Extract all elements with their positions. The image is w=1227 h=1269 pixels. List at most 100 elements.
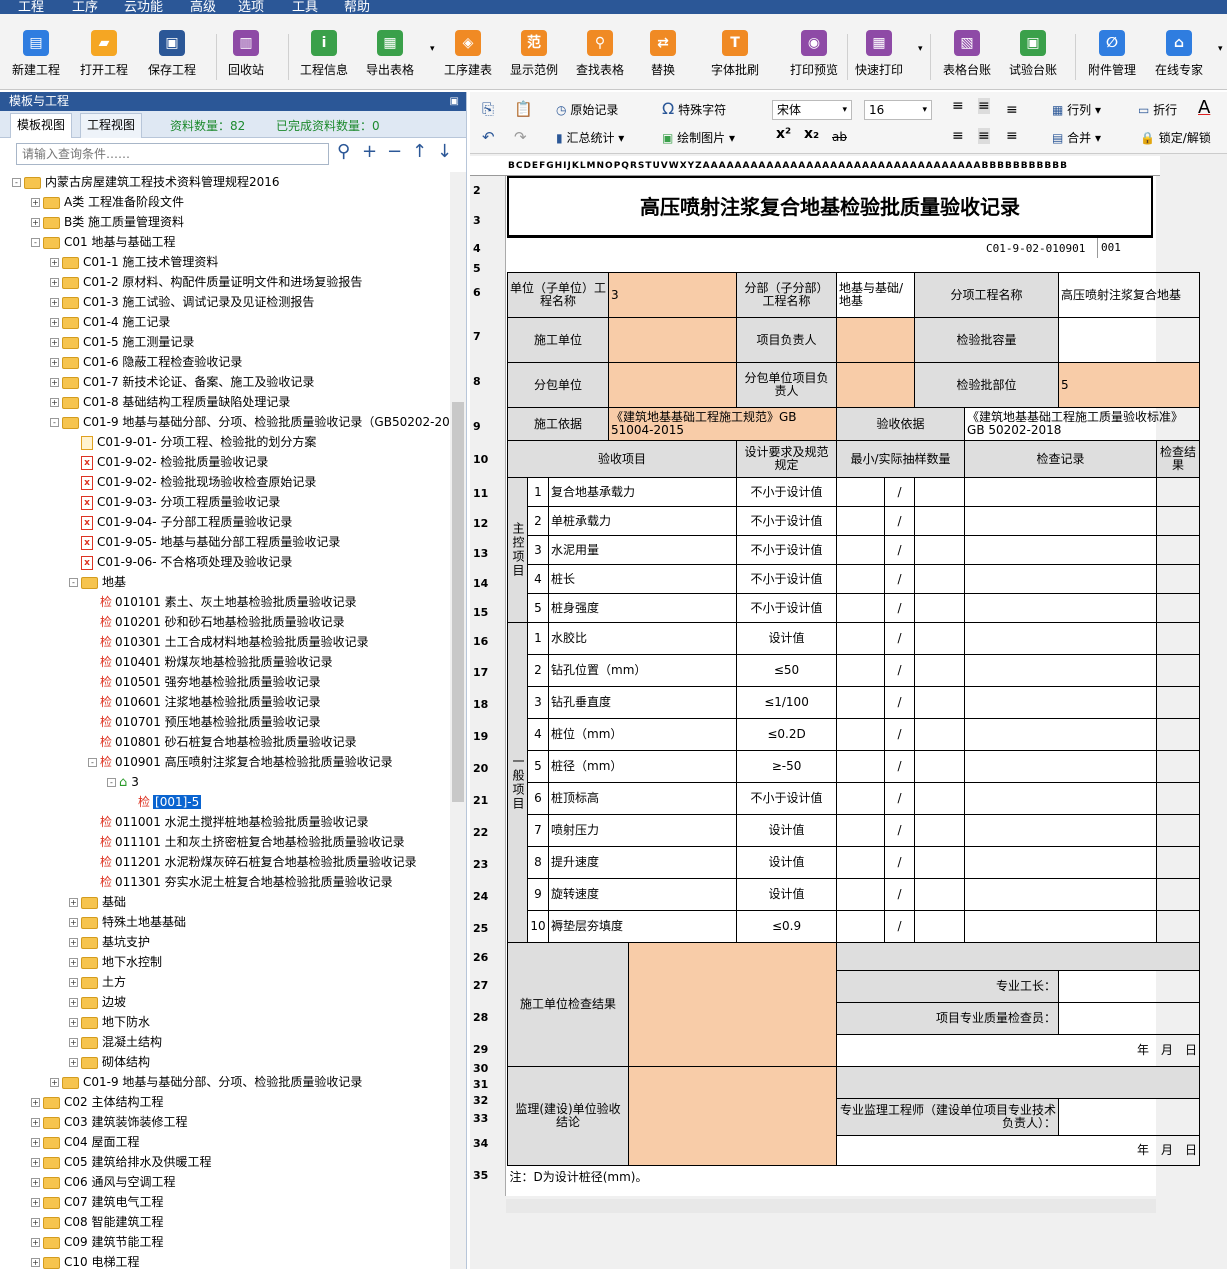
expand-icon[interactable]: + [50, 258, 59, 267]
check-result[interactable] [1156, 814, 1201, 847]
expand-icon[interactable]: + [31, 1198, 40, 1207]
sheet-h-scrollbar[interactable] [506, 1199, 1156, 1213]
row-number[interactable]: 18 [473, 698, 488, 711]
min-sample[interactable] [836, 593, 886, 623]
row-number[interactable]: 14 [473, 577, 488, 590]
check-result[interactable] [1156, 782, 1201, 815]
tab-project-view[interactable]: 工程视图 [80, 113, 143, 138]
tree-node[interactable]: + C01-8 基础结构工程质量缺陷处理记录 [50, 392, 290, 412]
min-sample[interactable] [836, 750, 886, 783]
sub-item-name-value[interactable]: 高压喷射注浆复合地基 [1058, 272, 1201, 318]
tree-node[interactable]: 检 010801 砂石桩复合地基检验批质量验收记录 [88, 732, 357, 752]
row-col-button[interactable]: ▦ 行列 ▾ [1052, 101, 1101, 118]
align-top-left-icon[interactable]: ≡ [952, 98, 964, 114]
check-record[interactable] [964, 622, 1158, 655]
tree-node[interactable]: + C06 通风与空调工程 [31, 1172, 175, 1192]
row-number[interactable]: 23 [473, 858, 488, 871]
sub-manager-value[interactable] [836, 362, 916, 408]
collapse-icon[interactable]: - [69, 578, 78, 587]
min-sample[interactable] [836, 654, 886, 687]
expand-icon[interactable]: + [69, 1038, 78, 1047]
tree-node[interactable]: + 地下防水 [69, 1012, 150, 1032]
menu-item-6[interactable]: 帮助 [344, 0, 370, 14]
check-record[interactable] [964, 564, 1158, 594]
form-serial-no[interactable]: 001 [1097, 238, 1151, 258]
tree-node[interactable]: + 边坡 [69, 992, 126, 1012]
row-number[interactable]: 13 [473, 547, 488, 560]
toolbar-button-14[interactable]: ▣ 试验台账 [1009, 30, 1057, 88]
tree-node[interactable]: + C01-2 原材料、构配件质量证明文件和进场复验报告 [50, 272, 362, 292]
min-sample[interactable] [836, 477, 886, 507]
align-center-icon[interactable]: ≡ [978, 128, 990, 144]
row-number[interactable]: 11 [473, 487, 488, 500]
toolbar-button-8[interactable]: ⚲ 查找表格 [576, 30, 624, 88]
row-number[interactable]: 22 [473, 826, 488, 839]
font-size-select[interactable]: 16 ▾ [864, 100, 932, 120]
tree-node[interactable]: x C01-9-02- 检验批质量验收记录 [69, 452, 268, 472]
redo-icon[interactable]: ↷ [514, 128, 527, 146]
menu-item-3[interactable]: 高级 [190, 0, 216, 14]
align-right-icon[interactable]: ≡ [1006, 128, 1018, 144]
row-number[interactable]: 15 [473, 606, 488, 619]
row-number[interactable]: 25 [473, 922, 488, 935]
toolbar-button-3[interactable]: ▥ 回收站 [228, 30, 264, 88]
toolbar-button-13[interactable]: ▧ 表格台账 [943, 30, 991, 88]
expand-icon[interactable]: + [69, 898, 78, 907]
check-record[interactable] [964, 506, 1158, 536]
expand-icon[interactable]: + [31, 1218, 40, 1227]
toolbar-button-16[interactable]: ⌂ 在线专家 [1155, 30, 1203, 88]
add-icon[interactable]: + [362, 141, 377, 162]
tree-node[interactable]: x C01-9-02- 检验批现场验收检查原始记录 [69, 472, 316, 492]
tree-node[interactable]: + 基坑支护 [69, 932, 150, 952]
tree-node[interactable]: 检 010701 预压地基检验批质量验收记录 [88, 712, 321, 732]
original-record-button[interactable]: ◷ 原始记录 [556, 101, 618, 118]
expand-icon[interactable]: + [69, 998, 78, 1007]
tree-node[interactable]: - 内蒙古房屋建筑工程技术资料管理规程2016 [12, 172, 280, 192]
tree-node[interactable]: + C01-4 施工记录 [50, 312, 170, 332]
tree-node[interactable]: + C01-1 施工技术管理资料 [50, 252, 218, 272]
copy-icon[interactable]: ⎘ [482, 100, 494, 118]
expand-icon[interactable]: + [31, 1258, 40, 1267]
tree-node[interactable]: + C02 主体结构工程 [31, 1092, 163, 1112]
actual-sample[interactable] [914, 910, 966, 943]
construction-basis-value[interactable]: 《建筑地基基础工程施工规范》GB 51004-2015 [607, 407, 838, 441]
summary-stats-button[interactable]: ▮ 汇总统计 ▾ [556, 129, 624, 146]
tree-node[interactable]: + C10 电梯工程 [31, 1252, 139, 1269]
check-result[interactable] [1156, 535, 1201, 565]
toolbar-button-15[interactable]: ∅ 附件管理 [1088, 30, 1136, 88]
toolbar-button-4[interactable]: i 工程信息 [300, 30, 348, 88]
tree-node[interactable]: + C09 建筑节能工程 [31, 1232, 163, 1252]
toolbar-button-2[interactable]: ▣ 保存工程 [148, 30, 196, 88]
tree-node[interactable]: + C01-5 施工测量记录 [50, 332, 194, 352]
superscript-button[interactable]: x² [776, 126, 791, 142]
tree-node[interactable]: 检 011001 水泥土搅拌桩地基检验批质量验收记录 [88, 812, 369, 832]
menu-item-2[interactable]: 云功能 [124, 0, 163, 14]
row-number[interactable]: 35 [473, 1169, 488, 1182]
collapse-icon[interactable]: - [50, 418, 59, 427]
row-number[interactable]: 2 [473, 184, 481, 197]
actual-sample[interactable] [914, 718, 966, 751]
tree-node[interactable]: + C03 建筑装饰装修工程 [31, 1112, 187, 1132]
row-number[interactable]: 31 [473, 1078, 488, 1091]
collapse-icon[interactable]: - [107, 778, 116, 787]
lock-button[interactable]: 🔒 锁定/解锁 [1140, 129, 1211, 146]
tree-scrollbar[interactable] [450, 172, 466, 1269]
row-number[interactable]: 4 [473, 242, 481, 255]
special-char-button[interactable]: Ω 特殊字符 [662, 99, 726, 118]
expand-icon[interactable]: + [50, 278, 59, 287]
check-record[interactable] [964, 477, 1158, 507]
expand-icon[interactable]: + [50, 378, 59, 387]
check-result[interactable] [1156, 718, 1201, 751]
expand-icon[interactable]: + [50, 358, 59, 367]
supervisor-engineer-value[interactable] [1058, 1098, 1201, 1136]
check-record[interactable] [964, 535, 1158, 565]
actual-sample[interactable] [914, 878, 966, 911]
toolbar-button-7[interactable]: 范显示范例 [510, 30, 558, 88]
row-number[interactable]: 19 [473, 730, 488, 743]
toolbar-button-1[interactable]: ▰ 打开工程 [80, 30, 128, 88]
acceptance-basis-value[interactable]: 《建筑地基基础工程施工质量验收标准》GB 50202-2018 [964, 407, 1201, 441]
strikethrough-button[interactable]: ab [832, 130, 847, 144]
expand-icon[interactable]: + [69, 1058, 78, 1067]
actual-sample[interactable] [914, 564, 966, 594]
actual-sample[interactable] [914, 846, 966, 879]
